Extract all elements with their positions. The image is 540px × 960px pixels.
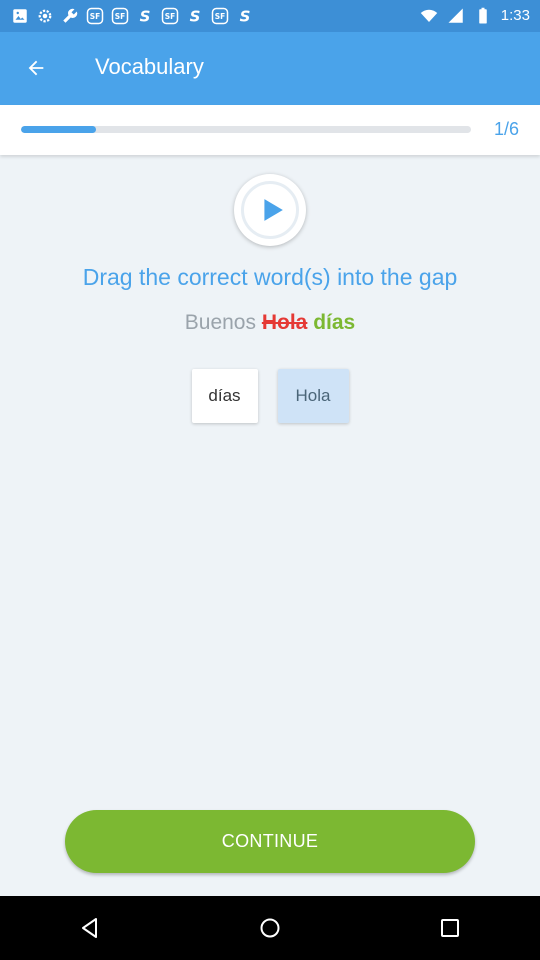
word-option-dias[interactable]: días xyxy=(191,369,258,423)
sf-icon: SF xyxy=(160,6,179,25)
wifi-icon xyxy=(420,6,439,25)
status-time: 1:33 xyxy=(500,7,530,24)
arrow-left-icon xyxy=(28,60,44,76)
wrench-icon xyxy=(60,6,79,25)
s-icon: S xyxy=(135,6,154,25)
svg-text:S: S xyxy=(239,7,250,25)
svg-text:SF: SF xyxy=(114,12,125,21)
settings-icon xyxy=(35,6,54,25)
nav-home-button[interactable] xyxy=(240,903,300,953)
continue-button[interactable]: CONTINUE xyxy=(65,810,475,873)
sentence: Buenos Hola días xyxy=(0,311,540,335)
progress-fill xyxy=(21,126,96,133)
progress-row: 1/6 xyxy=(0,105,540,155)
sf-icon: SF xyxy=(110,6,129,25)
back-button[interactable] xyxy=(16,48,56,88)
wrong-answer-word: Hola xyxy=(261,311,308,334)
progress-count: 1/6 xyxy=(493,119,519,139)
svg-text:S: S xyxy=(189,7,200,25)
progress-bar xyxy=(21,126,471,133)
svg-text:S: S xyxy=(139,7,150,25)
word-options: días Hola xyxy=(0,369,540,423)
system-status: 1:33 xyxy=(420,6,530,25)
svg-text:SF: SF xyxy=(89,12,100,21)
app-bar: Vocabulary xyxy=(0,32,540,105)
battery-icon xyxy=(474,6,493,25)
svg-text:SF: SF xyxy=(164,12,175,21)
s-icon: S xyxy=(185,6,204,25)
play-audio-button[interactable] xyxy=(234,174,306,246)
nav-back-button[interactable] xyxy=(60,903,120,953)
sentence-word: Buenos xyxy=(184,311,256,334)
status-bar: SF SF S SF S SF S 1:33 xyxy=(0,0,540,32)
notification-icons: SF SF S SF S SF S xyxy=(10,6,254,25)
play-button-ring xyxy=(241,181,299,239)
photo-icon xyxy=(10,6,29,25)
word-option-hola[interactable]: Hola xyxy=(277,369,349,423)
sf-icon: SF xyxy=(85,6,104,25)
s-icon: S xyxy=(235,6,254,25)
page-title: Vocabulary xyxy=(95,54,204,79)
instruction-text: Drag the correct word(s) into the gap xyxy=(82,264,458,290)
back-icon xyxy=(82,918,97,938)
sf-icon: SF xyxy=(210,6,229,25)
system-nav-bar xyxy=(0,896,540,960)
recents-icon xyxy=(441,919,459,937)
home-icon xyxy=(260,918,280,938)
correct-answer-word: días xyxy=(313,311,356,334)
signal-icon xyxy=(447,6,466,25)
nav-recents-button[interactable] xyxy=(420,903,480,953)
svg-text:SF: SF xyxy=(214,12,225,21)
play-icon xyxy=(264,199,283,221)
